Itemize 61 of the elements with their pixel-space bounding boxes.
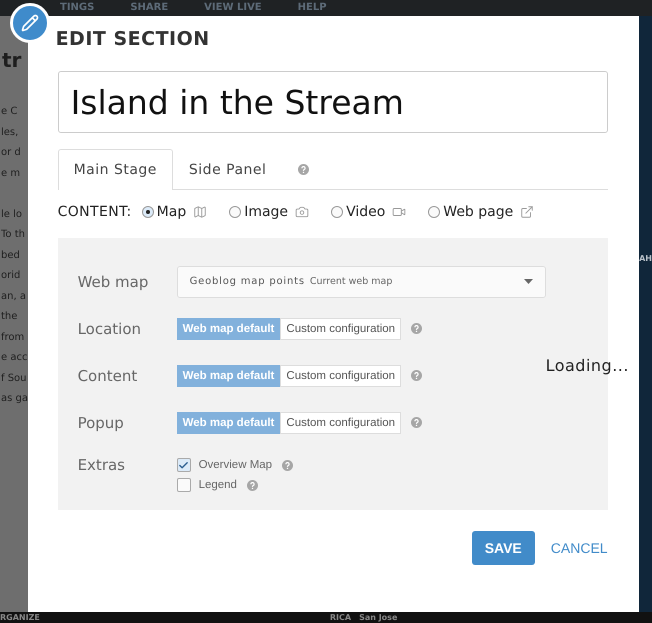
article-text: e m [0,166,22,180]
toggle-option[interactable]: Custom configuration [280,318,402,340]
field-label: Location [78,320,142,338]
article-heading: tr [2,48,22,72]
video-camera-icon [392,205,406,219]
article-text: orid [0,269,22,283]
content-type-option[interactable]: Video [331,204,406,220]
article-text: as ga [0,392,28,406]
content-type-option[interactable]: Image [229,204,310,220]
field-label: Web map [78,272,150,290]
help-icon[interactable] [411,370,422,381]
radio-button[interactable] [229,206,242,218]
map-icon [193,205,208,219]
organize-label[interactable]: RGANIZE [0,612,40,622]
checkbox-label: Legend [198,479,237,491]
save-button[interactable]: SAVE [472,531,535,565]
web-map-dropdown[interactable]: Geoblog map points Current web map [176,266,546,298]
tab[interactable]: Main Stage [58,149,173,190]
map-label: RICA [330,612,352,622]
toggle-option[interactable]: Custom configuration [280,412,402,434]
article-text: e acc [0,351,28,365]
checkbox[interactable] [176,478,191,492]
article-text: the [0,310,18,324]
camera-icon [295,205,310,219]
content-label: CONTENT: [58,204,132,220]
help-icon[interactable] [282,460,294,470]
article-text: f Sou [0,372,28,386]
section-title-field[interactable]: Island in the Stream [58,71,608,133]
help-icon[interactable] [411,417,422,428]
article-text: from [0,330,26,344]
external-link-icon [520,205,534,219]
pencil-icon [21,14,39,32]
field-label: Popup [78,414,125,432]
help-icon[interactable] [411,323,422,334]
map-label: AH [639,254,652,263]
article-text: le lo [0,208,24,222]
caret-icon [524,279,533,284]
help-icon[interactable] [246,480,258,490]
cancel-button[interactable]: CANCEL [550,540,608,556]
dialog-title: EDIT SECTION [56,28,211,50]
checkbox-label: Overview Map [198,459,272,471]
check-icon [178,460,190,470]
article-text: To th [0,228,26,242]
field-label: Content [78,366,138,384]
article-text: or d [0,146,22,160]
content-type-option[interactable]: Map [142,204,208,220]
checkbox[interactable] [176,458,191,472]
article-text: les, [0,126,20,140]
article-text: bed [0,248,21,262]
radio-button[interactable] [142,206,154,218]
toggle-option[interactable]: Custom configuration [280,364,402,386]
radio-button[interactable] [331,206,344,218]
content-type-option[interactable]: Web page [428,204,534,220]
field-label: Extras [78,456,126,474]
article-text: an, a [0,290,27,304]
map-label: San Jose [359,612,398,622]
loading-text: Loading... [546,356,629,374]
article-text: e C [0,105,18,119]
help-icon[interactable] [298,164,310,174]
tab[interactable]: Side Panel [172,149,282,189]
radio-button[interactable] [428,206,440,218]
